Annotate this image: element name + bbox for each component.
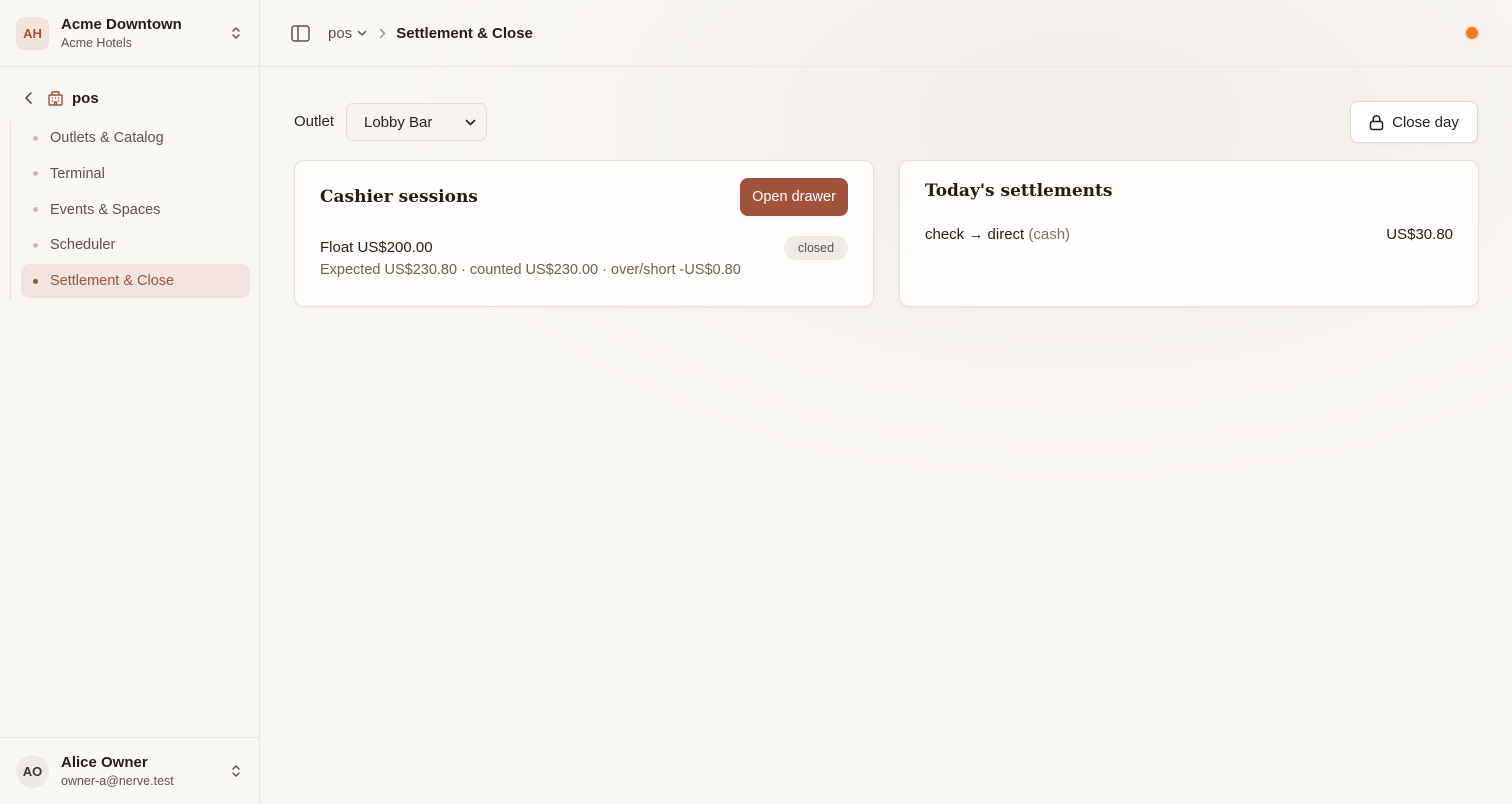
- module-header: pos: [20, 86, 99, 110]
- bullet-icon: [33, 171, 38, 177]
- user-email: owner-a@nerve.test: [61, 773, 174, 788]
- sidebar-item-label: Settlement & Close: [50, 273, 175, 290]
- sidebar-item-label: Scheduler: [50, 237, 116, 254]
- sidebar-item-settlement-close[interactable]: Settlement & Close: [21, 264, 250, 299]
- breadcrumb-module-label: pos: [328, 24, 353, 42]
- status-badge: closed: [784, 236, 848, 260]
- workspace-org: Acme Hotels: [61, 35, 132, 50]
- bullet-icon: [33, 278, 38, 284]
- bullet-icon: [33, 135, 38, 141]
- sidebar-item-label: Outlets & Catalog: [50, 130, 164, 146]
- session-float: Float US$200.00: [320, 239, 433, 256]
- todays-settlements-card: Today's settlements check → direct (cash…: [899, 160, 1479, 307]
- settlement-route-cell: check → direct (cash): [925, 226, 1070, 243]
- user-name: Alice Owner: [61, 753, 148, 771]
- sidebar-nav: Outlets & Catalog Terminal Events & Spac…: [10, 121, 250, 300]
- outlet-select[interactable]: Lobby Bar: [346, 103, 487, 141]
- sidebar-toggle-icon[interactable]: [290, 23, 310, 43]
- module-label: pos: [72, 89, 99, 107]
- chevron-up-down-icon[interactable]: [229, 762, 243, 780]
- bullet-icon: [33, 207, 38, 213]
- outlet-label: Outlet: [294, 113, 335, 130]
- chevron-left-icon[interactable]: [20, 89, 38, 107]
- user-menu[interactable]: AO Alice Owner owner-a@nerve.test: [0, 737, 259, 804]
- top-bar: pos Settlement & Close: [260, 0, 1512, 67]
- workspace-name: Acme Downtown: [61, 15, 182, 33]
- settlement-row: check → direct (cash) US$30.80: [925, 226, 1453, 243]
- sidebar: AH Acme Downtown Acme Hotels pos Outlets…: [0, 0, 260, 804]
- settlement-amount: US$30.80: [1386, 226, 1453, 243]
- sidebar-item-label: Events & Spaces: [50, 201, 161, 218]
- session-details: Expected US$230.80 · counted US$230.00 ·…: [320, 262, 741, 278]
- chevron-right-icon: [379, 28, 386, 39]
- page-title: Settlement & Close: [396, 24, 533, 42]
- main-content: pos Settlement & Close Outlet Lobby Bar …: [260, 0, 1512, 804]
- status-indicator: [1466, 27, 1478, 39]
- workspace-switcher[interactable]: AH Acme Downtown Acme Hotels: [0, 0, 259, 67]
- close-day-button[interactable]: Close day: [1350, 101, 1478, 143]
- sidebar-item-outlets-catalog[interactable]: Outlets & Catalog: [21, 121, 250, 155]
- chevron-up-down-icon[interactable]: [229, 24, 243, 42]
- chevron-down-icon: [357, 30, 367, 37]
- building-icon: [46, 89, 64, 107]
- open-drawer-button[interactable]: Open drawer: [740, 178, 848, 216]
- sidebar-item-label: Terminal: [50, 165, 105, 182]
- chevron-down-icon: [465, 119, 476, 126]
- workspace-avatar: AH: [16, 16, 49, 50]
- settlement-method: (cash): [1028, 226, 1071, 243]
- sidebar-item-scheduler[interactable]: Scheduler: [21, 228, 250, 262]
- sidebar-item-terminal[interactable]: Terminal: [21, 157, 250, 191]
- bullet-icon: [33, 242, 38, 248]
- cashier-sessions-title: Cashier sessions: [320, 187, 478, 207]
- close-day-label: Close day: [1392, 113, 1459, 131]
- outlet-select-value: Lobby Bar: [364, 113, 433, 131]
- settlement-route: check → direct: [925, 226, 1025, 243]
- lock-icon: [1369, 114, 1384, 131]
- sidebar-item-events-spaces[interactable]: Events & Spaces: [21, 193, 250, 227]
- breadcrumb-module[interactable]: pos: [328, 25, 367, 42]
- avatar: AO: [16, 754, 49, 788]
- settlements-title: Today's settlements: [925, 181, 1113, 201]
- cashier-sessions-card: Cashier sessions Open drawer Float US$20…: [294, 160, 874, 307]
